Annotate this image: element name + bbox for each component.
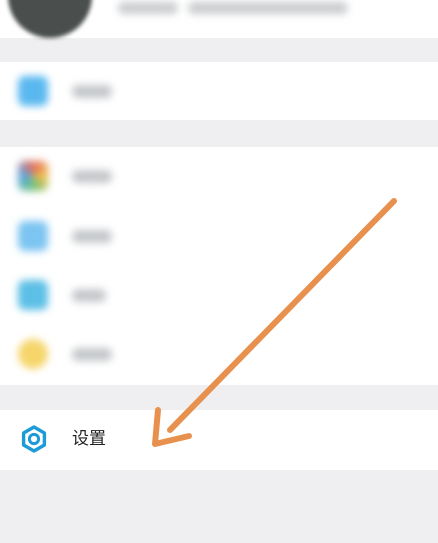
list-item[interactable] (0, 266, 438, 324)
settings-menu-item[interactable] (0, 410, 438, 470)
profile-card[interactable] (0, 0, 438, 38)
app-icon (18, 76, 48, 106)
app-icon (18, 221, 48, 251)
avatar[interactable] (8, 0, 92, 38)
app-icon (18, 161, 48, 191)
gear-icon (21, 425, 47, 453)
list-item-label-blurred (72, 230, 112, 243)
list-item-label-blurred (72, 348, 112, 361)
menu-section-1 (0, 62, 438, 120)
profile-info-blurred (188, 2, 348, 14)
app-icon (18, 280, 48, 310)
app-icon (18, 339, 48, 369)
list-item[interactable] (0, 147, 438, 205)
list-item[interactable] (0, 62, 438, 120)
list-item[interactable] (0, 325, 438, 383)
list-item-label-blurred (72, 170, 112, 183)
list-item-label-blurred (72, 85, 112, 98)
settings-label: 设置 (72, 429, 106, 449)
menu-section-2 (0, 147, 438, 385)
list-item[interactable] (0, 207, 438, 265)
list-item-label-blurred (72, 289, 106, 302)
profile-name-blurred (118, 2, 178, 14)
